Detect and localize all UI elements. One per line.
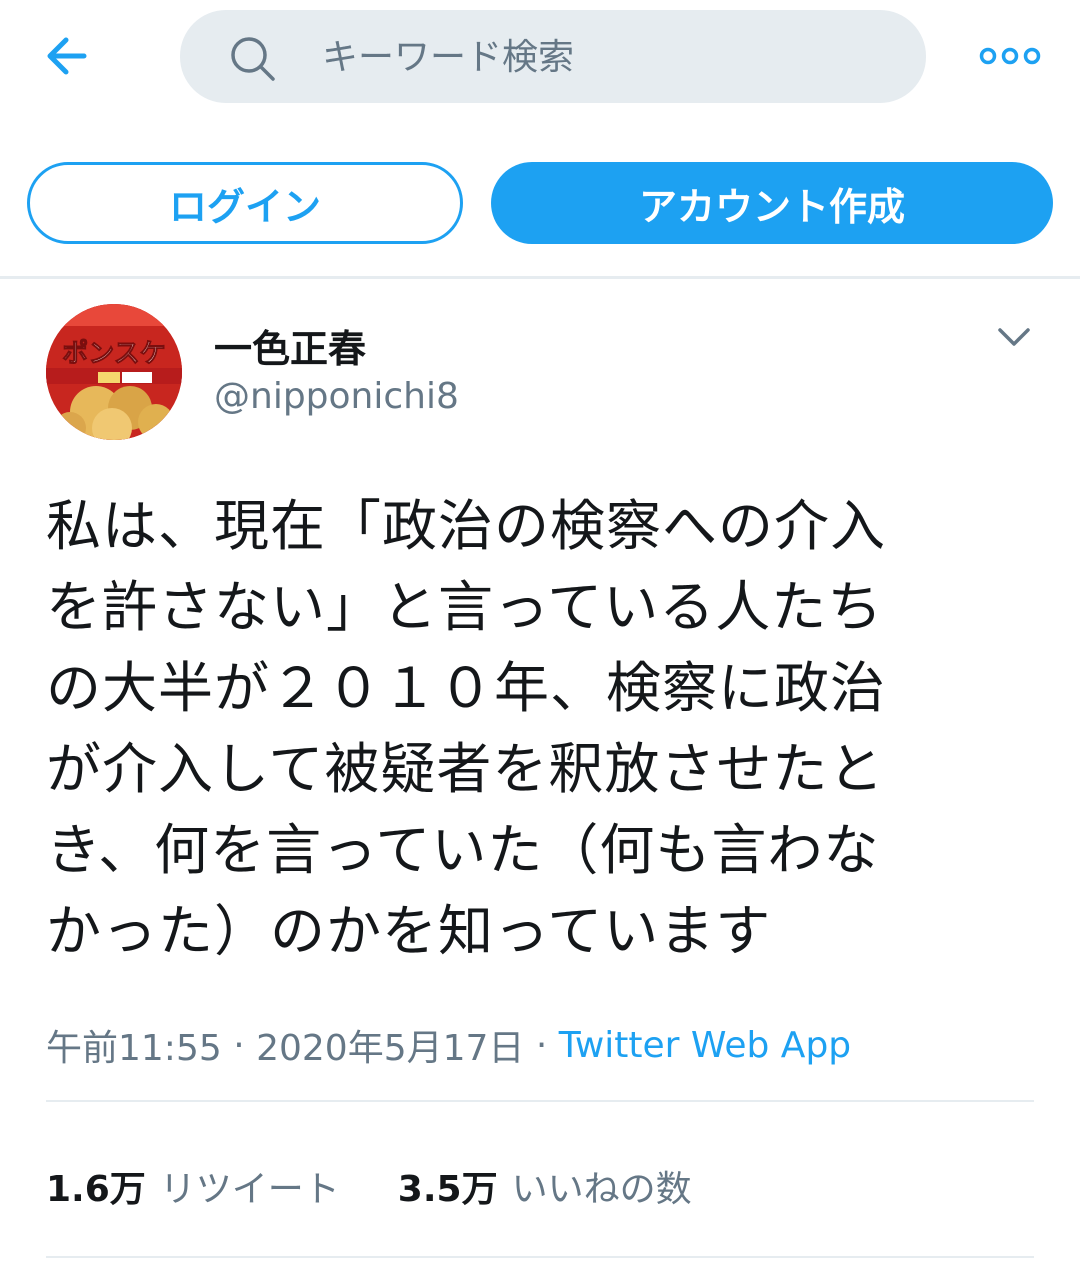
likes-label: いいねの数 bbox=[511, 1169, 692, 1210]
login-button[interactable]: ログイン bbox=[27, 162, 463, 244]
chevron-down-icon bbox=[998, 328, 1030, 346]
tweet-text: 私は、現在「政治の検察への介入 を許さない」と言っている人たち の大半が２０１０… bbox=[46, 494, 887, 963]
author-name[interactable]: 一色正春 bbox=[214, 318, 366, 373]
retweets-label: リツイート bbox=[159, 1169, 340, 1210]
signup-button[interactable]: アカウント作成 bbox=[491, 162, 1053, 244]
likes-count: 3.5万 bbox=[397, 1169, 498, 1210]
top-bar bbox=[0, 0, 1080, 112]
avatar-logo-text: ポンスケ bbox=[62, 338, 165, 369]
divider bbox=[46, 1100, 1034, 1102]
divider bbox=[0, 276, 1080, 279]
back-button[interactable] bbox=[40, 30, 104, 82]
tweet-source-link[interactable]: Twitter Web App bbox=[559, 1025, 851, 1066]
arrow-left-icon bbox=[47, 37, 87, 75]
tweet-meta: 午前11:55 · 2020年5月17日 · Twitter Web App bbox=[46, 1020, 851, 1070]
avatar-image: ポンスケ bbox=[46, 304, 182, 440]
tweet-time[interactable]: 午前11:55 bbox=[46, 1019, 222, 1071]
retweets-stat[interactable]: 1.6万 リツイート bbox=[46, 1160, 340, 1212]
meta-separator: · bbox=[221, 1024, 257, 1066]
more-horizontal-icon bbox=[979, 47, 1041, 65]
meta-separator: · bbox=[524, 1024, 559, 1066]
search-input[interactable] bbox=[320, 28, 884, 86]
tweet-date[interactable]: 2020年5月17日 bbox=[256, 1019, 524, 1071]
more-button[interactable] bbox=[978, 40, 1042, 72]
search-bar[interactable] bbox=[180, 10, 926, 103]
author-handle[interactable]: @nipponichi8 bbox=[214, 376, 459, 417]
auth-buttons: ログイン アカウント作成 bbox=[0, 160, 1080, 248]
likes-stat[interactable]: 3.5万 いいねの数 bbox=[398, 1160, 692, 1212]
divider bbox=[46, 1256, 1034, 1258]
retweets-count: 1.6万 bbox=[46, 1169, 146, 1210]
tweet-menu-button[interactable] bbox=[992, 322, 1036, 352]
tweet-stats: 1.6万 リツイート 3.5万 いいねの数 bbox=[46, 1158, 692, 1214]
avatar[interactable]: ポンスケ bbox=[46, 304, 182, 440]
search-icon bbox=[231, 37, 275, 81]
